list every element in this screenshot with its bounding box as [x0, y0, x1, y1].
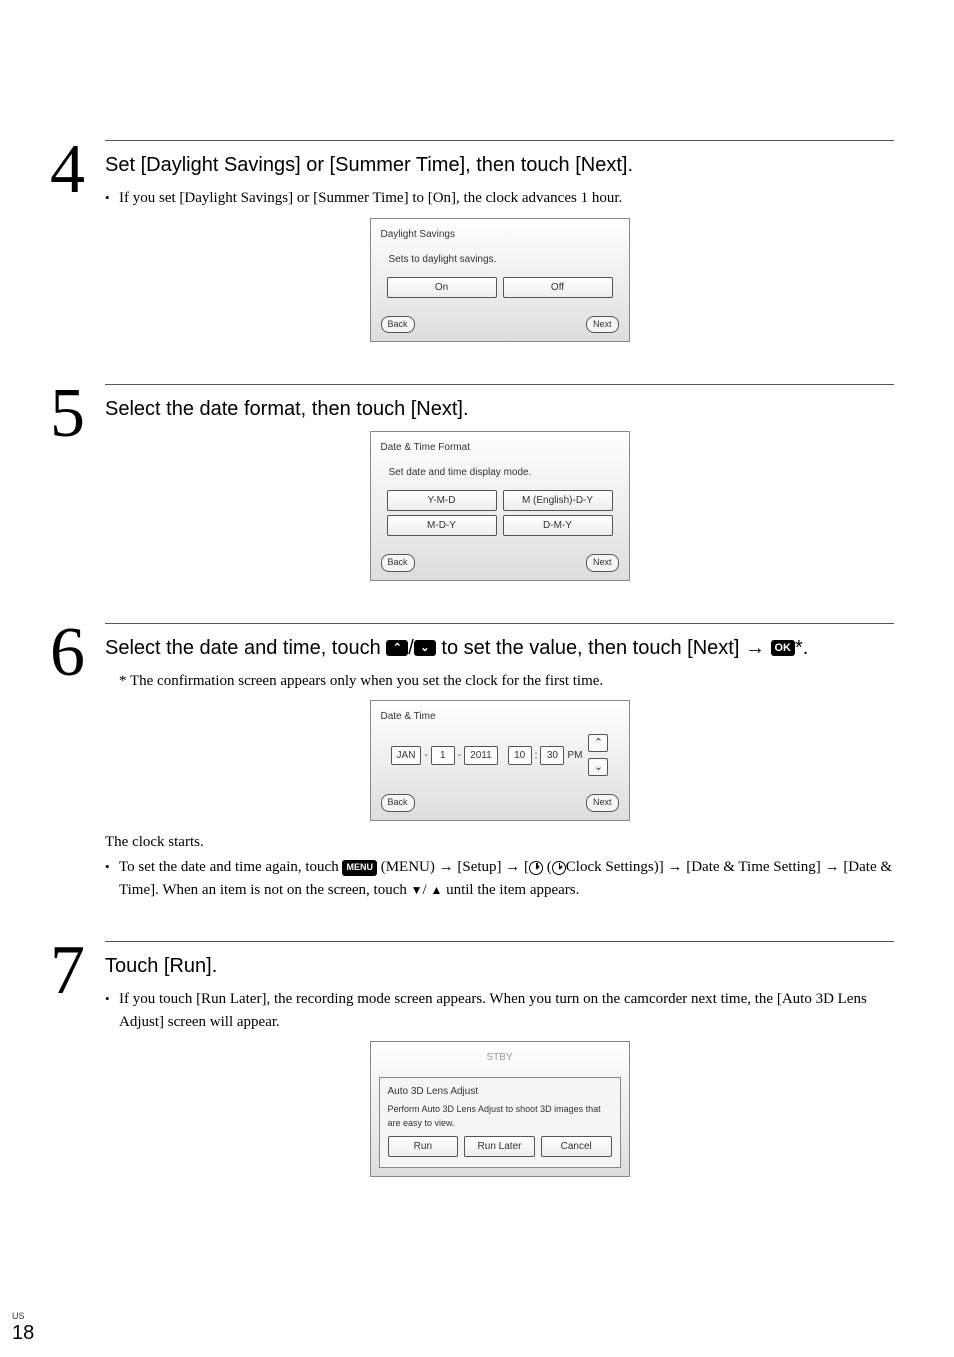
field-month[interactable]: JAN — [391, 746, 422, 765]
scr5-text: Set date and time display mode. — [389, 465, 619, 480]
step-5: 5 Select the date format, then touch [Ne… — [50, 384, 894, 591]
up-icon: ⌃ — [386, 640, 408, 656]
field-ampm: PM — [567, 748, 582, 763]
step5-screenshot: Date & Time Format Set date and time dis… — [370, 431, 630, 581]
scr7-stby: STBY — [379, 1050, 621, 1065]
scr6-up-button[interactable]: ⌃ — [588, 734, 608, 752]
scr5-next-button[interactable]: Next — [586, 554, 619, 572]
field-hour[interactable]: 10 — [508, 746, 532, 765]
triangle-up-icon: ▲ — [430, 884, 442, 896]
scr6-title: Date & Time — [381, 709, 619, 724]
scr4-off-button[interactable]: Off — [503, 277, 613, 298]
step6-heading: Select the date and time, touch ⌃/⌄ to s… — [105, 634, 894, 662]
step-6: 6 Select the date and time, touch ⌃/⌄ to… — [50, 623, 894, 910]
page-footer: US 18 — [12, 1310, 34, 1344]
scr4-text: Sets to daylight savings. — [389, 252, 619, 267]
scr5-btn-mengdy[interactable]: M (English)-D-Y — [503, 490, 613, 511]
clock-icon — [529, 861, 543, 875]
step7-bullet: If you touch [Run Later], the recording … — [119, 988, 894, 1033]
scr6-next-button[interactable]: Next — [586, 794, 619, 812]
scr6-down-button[interactable]: ⌄ — [588, 758, 608, 776]
scr7-cancel-button[interactable]: Cancel — [541, 1136, 612, 1157]
field-minute[interactable]: 30 — [540, 746, 564, 765]
scr4-title: Daylight Savings — [381, 227, 619, 242]
asterisk-mark — [105, 670, 119, 693]
step4-number: 4 — [50, 140, 105, 200]
footer-page-number: 18 — [12, 1323, 34, 1343]
step4-screenshot: Daylight Savings Sets to daylight saving… — [370, 218, 630, 343]
clock-starts-text: The clock starts. — [105, 831, 894, 854]
step5-number: 5 — [50, 384, 105, 444]
scr5-title: Date & Time Format — [381, 440, 619, 455]
ok-icon: OK — [771, 640, 796, 656]
scr5-btn-ymd[interactable]: Y-M-D — [387, 490, 497, 511]
triangle-down-icon: ▼ — [411, 884, 423, 896]
step7-screenshot: STBY Auto 3D Lens Adjust Perform Auto 3D… — [370, 1041, 630, 1177]
date-fields: JAN - 1 - 2011 10 : 30 PM — [391, 746, 583, 765]
scr5-back-button[interactable]: Back — [381, 554, 415, 572]
menu-icon: MENU — [342, 860, 377, 876]
step6-heading-b: to set the value, then touch [Next] — [436, 637, 745, 659]
step5-heading: Select the date format, then touch [Next… — [105, 395, 894, 423]
bullet-icon: • — [105, 856, 119, 901]
step-7: 7 Touch [Run]. • If you touch [Run Later… — [50, 941, 894, 1187]
step7-number: 7 — [50, 941, 105, 1001]
scr5-btn-mdy[interactable]: M-D-Y — [387, 515, 497, 536]
step7-heading: Touch [Run]. — [105, 952, 894, 980]
field-day[interactable]: 1 — [431, 746, 455, 765]
step6-screenshot: Date & Time JAN - 1 - 2011 10 : 30 PM — [370, 700, 630, 821]
scr5-btn-dmy[interactable]: D-M-Y — [503, 515, 613, 536]
step6-asterisk: * The confirmation screen appears only w… — [119, 670, 603, 693]
scr7-text: Perform Auto 3D Lens Adjust to shoot 3D … — [388, 1103, 612, 1130]
bullet-icon: • — [105, 988, 119, 1033]
scr4-back-button[interactable]: Back — [381, 316, 415, 334]
bullet-icon: • — [105, 187, 119, 210]
step6-heading-a: Select the date and time, touch — [105, 637, 386, 659]
scr7-run-button[interactable]: Run — [388, 1136, 459, 1157]
footer-us: US — [12, 1310, 34, 1324]
scr7-title: Auto 3D Lens Adjust — [388, 1084, 612, 1099]
arrow-icon: → — [745, 637, 765, 659]
scr7-runlater-button[interactable]: Run Later — [464, 1136, 535, 1157]
scr4-next-button[interactable]: Next — [586, 316, 619, 334]
scr4-on-button[interactable]: On — [387, 277, 497, 298]
step-4: 4 Set [Daylight Savings] or [Summer Time… — [50, 140, 894, 352]
step6-heading-c: *. — [795, 637, 808, 659]
scr6-back-button[interactable]: Back — [381, 794, 415, 812]
field-year[interactable]: 2011 — [464, 746, 498, 765]
step4-heading: Set [Daylight Savings] or [Summer Time],… — [105, 151, 894, 179]
step6-number: 6 — [50, 623, 105, 683]
clock-icon — [552, 861, 566, 875]
step6-bullet: To set the date and time again, touch ME… — [119, 856, 894, 901]
down-icon: ⌄ — [414, 640, 436, 656]
step4-bullet: If you set [Daylight Savings] or [Summer… — [119, 187, 894, 210]
